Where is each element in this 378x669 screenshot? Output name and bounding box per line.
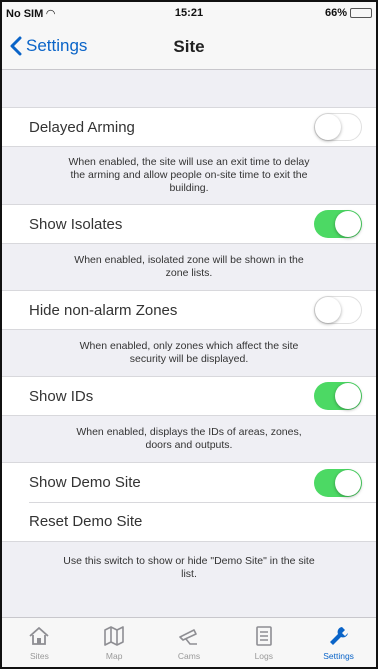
battery-percent: 66%: [324, 7, 347, 19]
tab-map[interactable]: Map: [77, 618, 152, 667]
tab-sites[interactable]: Sites: [2, 618, 77, 667]
demo-site-description: Use this switch to show or hide "Demo Si…: [2, 542, 376, 594]
hide-non-alarm-label: Hide non-alarm Zones: [29, 301, 178, 319]
show-ids-description: When enabled, displays the IDs of areas,…: [2, 416, 376, 462]
show-ids-row: Show IDs: [2, 376, 376, 416]
page-title: Site: [173, 37, 205, 56]
wrench-icon: [329, 627, 348, 645]
navigation-bar: Settings Site: [2, 24, 376, 70]
battery-icon: [350, 8, 372, 18]
sites-icon: [29, 627, 49, 645]
hide-non-alarm-description: When enabled, only zones which affect th…: [2, 330, 376, 376]
tab-logs[interactable]: Logs: [226, 618, 301, 667]
cams-icon: [179, 629, 197, 645]
tab-settings[interactable]: Settings: [301, 618, 376, 667]
show-isolates-toggle[interactable]: [314, 210, 362, 238]
settings-list: Delayed Arming When enabled, the site wi…: [2, 70, 376, 594]
show-isolates-row: Show Isolates: [2, 204, 376, 244]
phone-screen: No SIM ◠ 15:21 66% Settings Site Delayed…: [0, 0, 378, 669]
tab-cams[interactable]: Cams: [152, 618, 227, 667]
tab-label: Cams: [177, 651, 201, 661]
hide-non-alarm-toggle[interactable]: [314, 296, 362, 324]
reset-demo-site-label: Reset Demo Site: [29, 513, 143, 530]
hide-non-alarm-row: Hide non-alarm Zones: [2, 290, 376, 330]
show-demo-site-toggle[interactable]: [314, 468, 362, 497]
show-isolates-label: Show Isolates: [29, 215, 123, 233]
status-bar: No SIM ◠ 15:21 66%: [2, 2, 376, 24]
battery-status: 66%: [325, 7, 372, 19]
delayed-arming-description: When enabled, the site will use an exit …: [2, 147, 376, 204]
tab-label: Logs: [254, 651, 273, 661]
show-demo-site-row: Show Demo Site: [2, 462, 376, 503]
map-icon: [104, 626, 124, 646]
clock: 15:21: [174, 7, 204, 19]
tab-label: Map: [105, 651, 123, 661]
show-demo-site-label: Show Demo Site: [29, 474, 141, 491]
show-ids-toggle[interactable]: [314, 382, 362, 410]
delayed-arming-label: Delayed Arming: [29, 118, 135, 136]
delayed-arming-toggle[interactable]: [314, 113, 362, 141]
tab-label: Settings: [323, 651, 354, 661]
show-isolates-description: When enabled, isolated zone will be show…: [2, 244, 376, 290]
delayed-arming-row: Delayed Arming: [2, 107, 376, 147]
tab-bar: Sites Map Cams Logs Settings: [2, 617, 376, 667]
reset-demo-site-row[interactable]: Reset Demo Site: [2, 502, 376, 542]
show-ids-label: Show IDs: [29, 387, 94, 405]
logs-icon: [255, 626, 272, 646]
tab-label: Sites: [29, 651, 49, 661]
